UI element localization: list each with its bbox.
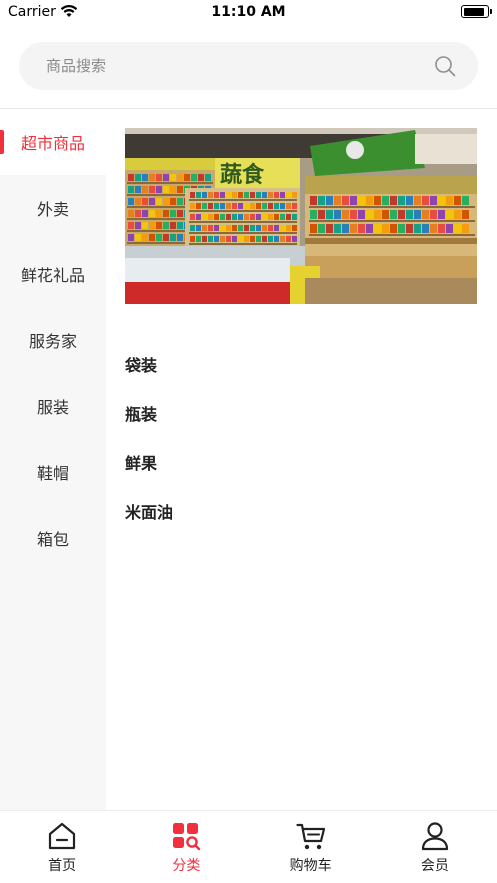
- sidebar-item-label: 服务家: [28, 332, 77, 351]
- sidebar-item-label: 箱包: [36, 530, 69, 549]
- active-indicator: [0, 130, 4, 154]
- banner-sign-text: 蔬食: [220, 162, 265, 188]
- subcategory-bottled[interactable]: 瓶装: [125, 388, 477, 437]
- sidebar-item-takeout[interactable]: 外卖: [0, 175, 106, 241]
- supermarket-shelf-illustration: 蔬食: [125, 128, 477, 304]
- status-time: 11:10 AM: [211, 4, 286, 20]
- subcategory-fresh-fruit[interactable]: 鲜果: [125, 437, 477, 486]
- tab-label: 购物车: [289, 858, 332, 874]
- tab-category[interactable]: 分类: [124, 811, 248, 883]
- tab-member[interactable]: 会员: [373, 811, 497, 883]
- sidebar-item-label: 服装: [36, 398, 69, 417]
- tab-cart[interactable]: 购物车: [249, 811, 373, 883]
- sidebar-item-flowers-gifts[interactable]: 鲜花礼品: [0, 241, 106, 307]
- category-icon: [173, 823, 201, 851]
- cart-icon: [296, 823, 325, 850]
- home-icon: [49, 822, 76, 850]
- search-input[interactable]: [46, 42, 426, 90]
- tab-label: 会员: [420, 858, 449, 874]
- category-sidebar: 超市商品 外卖 鲜花礼品 服务家 服装 鞋帽 箱包: [0, 109, 106, 810]
- sidebar-item-label: 外卖: [36, 200, 69, 219]
- search-bar[interactable]: [19, 42, 478, 90]
- sidebar-item-shoes-hats[interactable]: 鞋帽: [0, 439, 106, 505]
- sidebar-item-label: 鲜花礼品: [20, 266, 85, 285]
- search-icon[interactable]: [434, 55, 456, 77]
- user-icon: [421, 822, 448, 851]
- battery-icon: [461, 5, 492, 18]
- sidebar-item-clothing[interactable]: 服装: [0, 373, 106, 439]
- sidebar-item-label: 超市商品: [20, 134, 85, 153]
- tab-label: 分类: [172, 858, 201, 874]
- subcategory-rice-flour-oil[interactable]: 米面油: [125, 486, 477, 535]
- bottom-tab-bar: 首页 分类 购物车 会员: [0, 810, 497, 883]
- sidebar-item-bags[interactable]: 箱包: [0, 505, 106, 571]
- subcategory-list: 袋装 瓶装 鲜果 米面油: [125, 339, 477, 535]
- status-bar: Carrier 11:10 AM: [0, 0, 497, 26]
- sidebar-item-supermarket[interactable]: 超市商品: [0, 109, 106, 175]
- battery-level: [463, 7, 485, 16]
- tab-home[interactable]: 首页: [0, 811, 124, 883]
- sidebar-item-home-services[interactable]: 服务家: [0, 307, 106, 373]
- tab-label: 首页: [48, 858, 77, 874]
- category-banner-image[interactable]: 蔬食: [125, 128, 477, 304]
- sidebar-item-label: 鞋帽: [36, 464, 69, 483]
- subcategory-bagged[interactable]: 袋装: [125, 339, 477, 388]
